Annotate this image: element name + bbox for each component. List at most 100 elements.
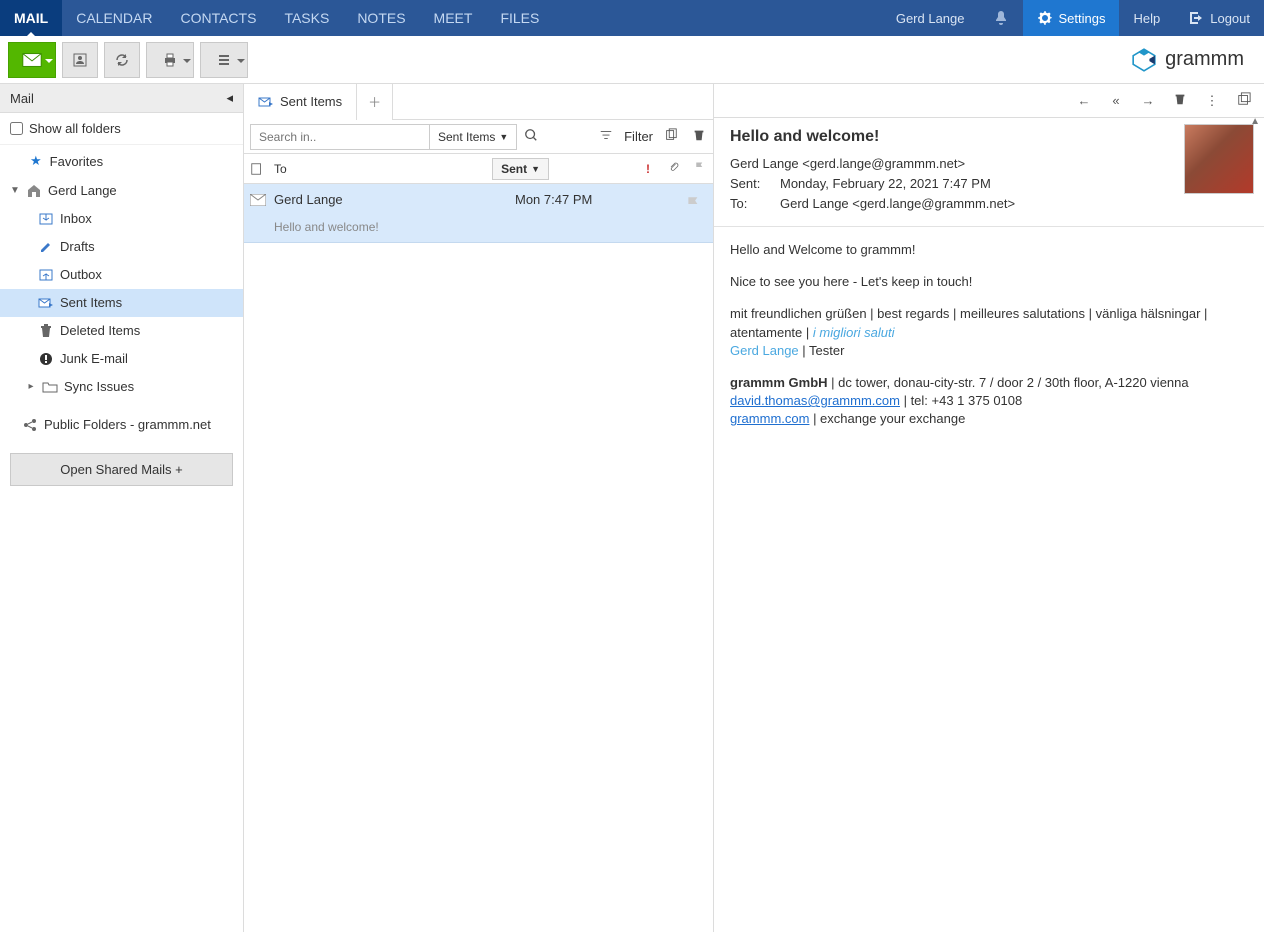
expander-icon[interactable]: ▸	[26, 377, 36, 397]
tab-label: Sent Items	[280, 94, 342, 109]
column-headers: To Sent ▼ !	[244, 154, 713, 184]
collapse-sidebar-icon[interactable]: ◂	[226, 90, 233, 106]
popout-button[interactable]	[1230, 87, 1258, 115]
more-actions-button[interactable]: ⋮	[1198, 87, 1226, 115]
nav-files[interactable]: FILES	[486, 0, 553, 36]
nav-mail[interactable]: MAIL	[0, 0, 62, 36]
favorites-section[interactable]: ★ Favorites	[0, 145, 243, 177]
address-book-button[interactable]	[62, 42, 98, 78]
copy-button[interactable]	[657, 120, 685, 154]
search-button[interactable]	[517, 120, 545, 154]
nav-meet[interactable]: MEET	[420, 0, 487, 36]
kebab-icon: ⋮	[1206, 93, 1219, 109]
show-all-folders-toggle[interactable]: Show all folders	[0, 113, 243, 145]
refresh-button[interactable]	[104, 42, 140, 78]
reply-all-button[interactable]: «	[1102, 87, 1130, 115]
junk-icon	[38, 351, 54, 367]
sig-web-link[interactable]: grammm.com	[730, 411, 809, 426]
account-root[interactable]: ▼ Gerd Lange	[0, 177, 243, 205]
sent-icon	[258, 94, 274, 110]
flag-icon[interactable]	[685, 192, 703, 216]
list-filter-bar: Sent Items ▼ Filter	[244, 120, 713, 154]
new-mail-button[interactable]	[8, 42, 56, 78]
folder-label: Sync Issues	[64, 377, 134, 397]
list-icon	[216, 52, 232, 68]
folder-label: Deleted Items	[60, 321, 140, 341]
folder-label: Outbox	[60, 265, 102, 285]
signature-greeting: mit freundlichen grüßen | best regards |…	[730, 305, 1248, 360]
reply-button[interactable]: ←	[1070, 87, 1098, 115]
folder-sync-issues[interactable]: ▸ Sync Issues	[0, 373, 243, 401]
col-to[interactable]: To	[270, 162, 486, 176]
sort-dropdown[interactable]: Sent ▼	[492, 158, 549, 180]
view-menu-button[interactable]	[200, 42, 248, 78]
arrow-left-icon: ←	[1078, 93, 1091, 108]
col-icon[interactable]	[244, 162, 270, 176]
sidebar-title: Mail	[10, 91, 34, 106]
public-folders-label: Public Folders - grammm.net	[44, 415, 211, 435]
add-tab-button[interactable]: ＋	[357, 84, 393, 120]
open-shared-mails-button[interactable]: Open Shared Mails +	[10, 453, 233, 486]
col-importance[interactable]: !	[635, 162, 661, 176]
message-subject: Hello and welcome!	[274, 220, 703, 234]
grammm-logo-icon	[1131, 47, 1157, 73]
bell-icon	[993, 10, 1009, 26]
message-to: Gerd Lange	[274, 192, 515, 216]
notifications-button[interactable]	[979, 0, 1023, 36]
message-row[interactable]: Gerd Lange Mon 7:47 PM Hello and welcome…	[244, 184, 713, 243]
account-label: Gerd Lange	[48, 181, 117, 201]
refresh-icon	[114, 52, 130, 68]
to-value: Gerd Lange <gerd.lange@grammm.net>	[780, 194, 1015, 214]
message-date: Mon 7:47 PM	[515, 192, 685, 216]
filter-label[interactable]: Filter	[620, 129, 657, 144]
search-input[interactable]	[250, 124, 430, 150]
delete-message-button[interactable]	[1166, 87, 1194, 115]
nav-tasks[interactable]: TASKS	[270, 0, 343, 36]
folder-label: Junk E-mail	[60, 349, 128, 369]
sig-email-link[interactable]: david.thomas@grammm.com	[730, 393, 900, 408]
filter-button[interactable]	[592, 120, 620, 154]
print-button[interactable]	[146, 42, 194, 78]
preview-subject: Hello and welcome!	[730, 128, 1248, 146]
sender-avatar	[1184, 124, 1254, 194]
col-flag[interactable]	[687, 160, 713, 177]
scope-label: Sent Items	[438, 130, 495, 144]
nav-calendar[interactable]: CALENDAR	[62, 0, 166, 36]
tab-sent-items[interactable]: Sent Items	[244, 84, 357, 120]
company-name: grammm GmbH	[730, 375, 828, 390]
folder-drafts[interactable]: Drafts	[0, 233, 243, 261]
dropdown-caret-icon	[237, 59, 245, 67]
expander-icon[interactable]: ▼	[10, 181, 20, 201]
folder-icon	[42, 379, 58, 395]
sort-label: Sent	[501, 162, 527, 176]
brand-label: grammm	[1165, 48, 1244, 71]
show-all-checkbox[interactable]	[10, 122, 23, 135]
folder-inbox[interactable]: Inbox	[0, 205, 243, 233]
nav-contacts[interactable]: CONTACTS	[166, 0, 270, 36]
user-menu[interactable]: Gerd Lange	[882, 0, 979, 36]
preview-body: Hello and Welcome to grammm! Nice to see…	[714, 227, 1264, 457]
sig-title: | Tester	[799, 343, 845, 358]
nav-notes[interactable]: NOTES	[343, 0, 419, 36]
col-attachment[interactable]	[661, 160, 687, 177]
logout-button[interactable]: Logout	[1174, 0, 1264, 36]
public-folders[interactable]: Public Folders - grammm.net	[0, 411, 243, 439]
help-button[interactable]: Help	[1119, 0, 1174, 36]
settings-button[interactable]: Settings	[1023, 0, 1120, 36]
folder-sent-items[interactable]: Sent Items	[0, 289, 243, 317]
contact-icon	[72, 52, 88, 68]
folder-sidebar: Mail ◂ Show all folders ★ Favorites ▼ Ge…	[0, 84, 244, 932]
star-icon: ★	[30, 153, 42, 169]
settings-label: Settings	[1059, 11, 1106, 26]
forward-button[interactable]: →	[1134, 87, 1162, 115]
sidebar-header: Mail ◂	[0, 84, 243, 113]
logout-label: Logout	[1210, 11, 1250, 26]
sent-label: Sent:	[730, 174, 770, 194]
delete-button[interactable]	[685, 120, 713, 154]
folder-outbox[interactable]: Outbox	[0, 261, 243, 289]
topbar-right: Gerd Lange Settings Help Logout	[882, 0, 1264, 36]
folder-deleted[interactable]: Deleted Items	[0, 317, 243, 345]
search-scope-dropdown[interactable]: Sent Items ▼	[430, 124, 517, 150]
folder-junk[interactable]: Junk E-mail	[0, 345, 243, 373]
folder-label: Inbox	[60, 209, 92, 229]
